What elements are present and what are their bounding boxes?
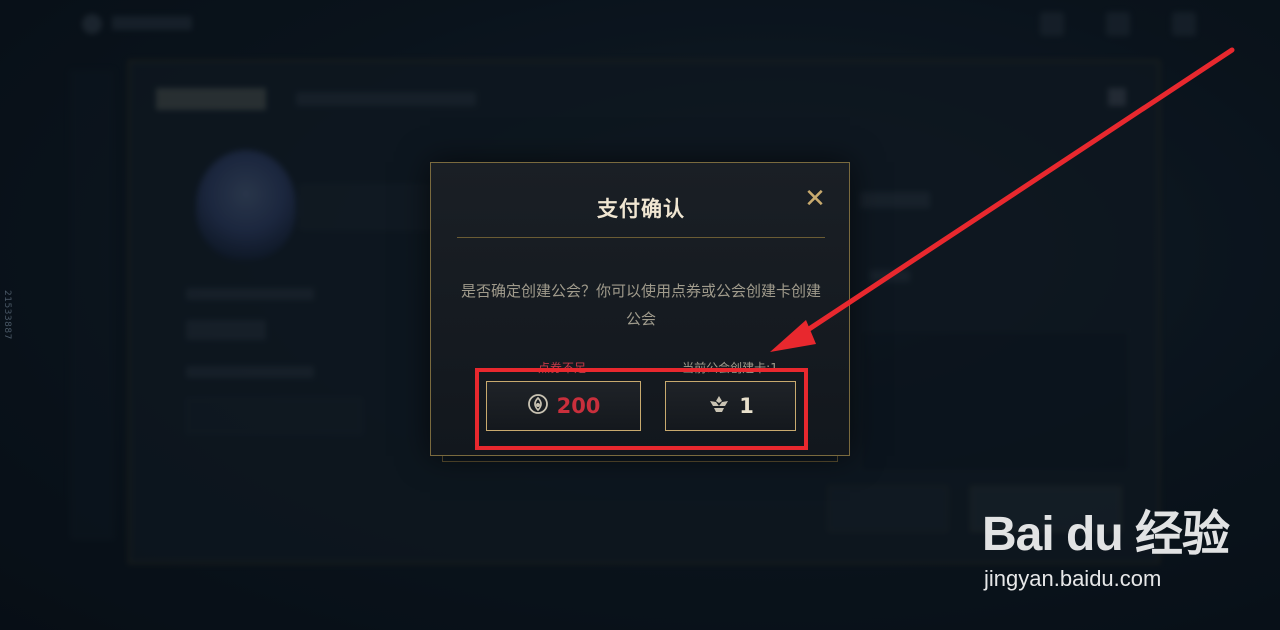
- baidu-watermark: Bai du 经验 jingyan.baidu.com: [982, 494, 1230, 591]
- watermark-url: jingyan.baidu.com: [984, 566, 1162, 591]
- watermark-logo: Bai du 经验: [982, 508, 1230, 561]
